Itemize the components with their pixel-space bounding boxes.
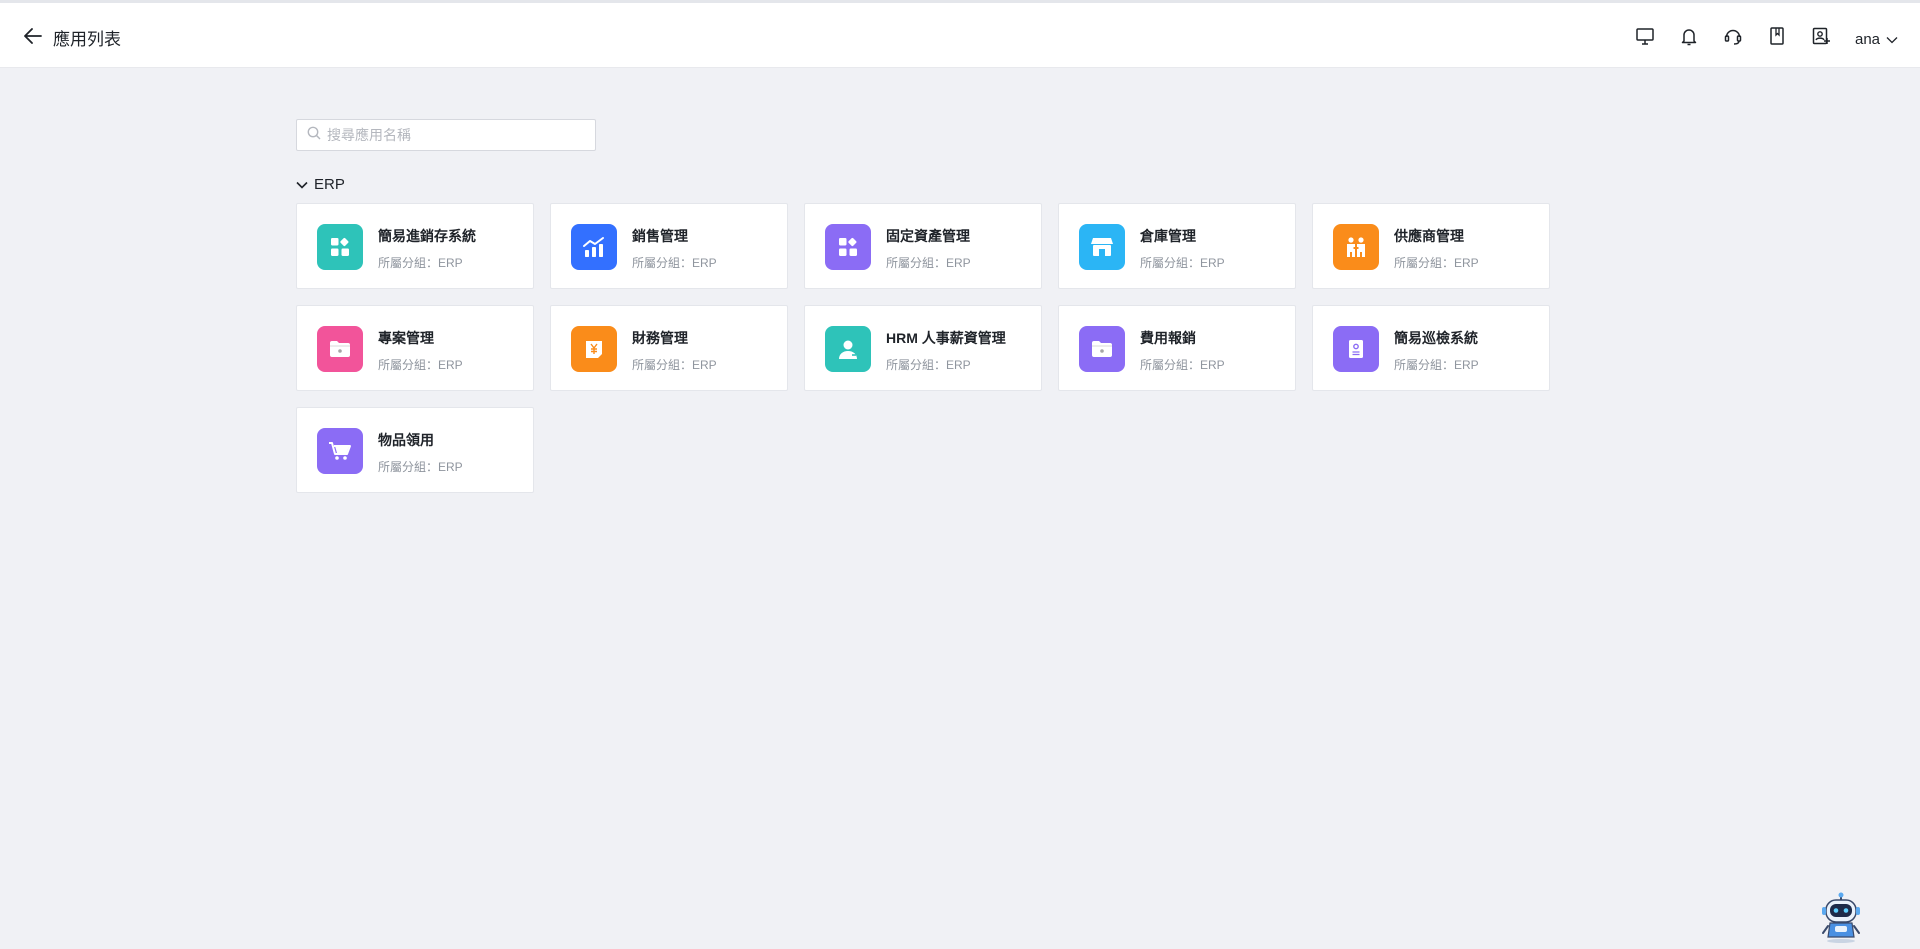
store-icon	[1079, 224, 1125, 270]
chevron-down-icon	[296, 176, 308, 193]
apps-grid-icon	[825, 224, 871, 270]
app-name: 倉庫管理	[1140, 228, 1196, 244]
app-card[interactable]: 固定資產管理 所屬分組：ERP	[804, 203, 1042, 289]
app-group-label: 所屬分組：ERP	[632, 256, 717, 270]
bell-icon[interactable]	[1677, 24, 1701, 48]
user-name: ana	[1855, 30, 1881, 48]
top-header: 應用列表 ana	[0, 0, 1920, 68]
app-card[interactable]: 費用報銷所屬分組：ERP	[1058, 305, 1296, 391]
search-input[interactable]	[327, 127, 587, 143]
app-group-label: 所屬分組：ERP	[1394, 256, 1479, 270]
group-toggle-erp[interactable]: ERP	[296, 174, 345, 194]
chart-trend-icon	[571, 224, 617, 270]
search-icon	[307, 126, 321, 145]
app-name: 銷售管理	[632, 228, 688, 244]
cart-icon	[317, 428, 363, 474]
page-title: 應用列表	[53, 30, 121, 49]
back-arrow-icon[interactable]	[20, 23, 46, 49]
app-name: 簡易巡檢系統	[1394, 330, 1478, 346]
apps-grid-icon	[317, 224, 363, 270]
assistant-robot-icon[interactable]	[1818, 892, 1864, 944]
app-group-label: 所屬分組：ERP	[632, 358, 717, 372]
app-group-label: 所屬分組：ERP	[886, 358, 971, 372]
chevron-down-icon	[1886, 31, 1898, 48]
app-name: 財務管理	[632, 330, 688, 346]
app-name: 簡易進銷存系統	[378, 228, 476, 244]
app-name: 物品領用	[378, 432, 434, 448]
app-group-label: 所屬分組：ERP	[1394, 358, 1479, 372]
yen-document-icon	[571, 326, 617, 372]
app-group-label: 所屬分組：ERP	[1140, 256, 1225, 270]
group-name: ERP	[314, 175, 345, 193]
monitor-icon[interactable]	[1633, 24, 1657, 48]
search-box	[296, 119, 596, 151]
app-group-label: 所屬分組：ERP	[378, 460, 463, 474]
app-card[interactable]: 簡易進銷存系統 所屬分組：ERP	[296, 203, 534, 289]
app-group-label: 所屬分組：ERP	[886, 256, 971, 270]
app-card[interactable]: 專案管理所屬分組：ERP	[296, 305, 534, 391]
folder-star-icon	[317, 326, 363, 372]
app-group-label: 所屬分組：ERP	[378, 358, 463, 372]
app-card[interactable]: 供應商管理所屬分組：ERP	[1312, 203, 1550, 289]
app-name: 專案管理	[378, 330, 434, 346]
app-card[interactable]: 倉庫管理所屬分組：ERP	[1058, 203, 1296, 289]
headset-icon[interactable]	[1721, 24, 1745, 48]
app-card[interactable]: 物品領用所屬分組：ERP	[296, 407, 534, 493]
app-name: 供應商管理	[1394, 228, 1464, 244]
app-grid: 簡易進銷存系統 所屬分組：ERP 銷售管理 所屬分組：ERP 固定資產管理 所屬分組：ER…	[296, 203, 1550, 493]
handshake-icon	[1333, 224, 1379, 270]
app-card[interactable]: 銷售管理所屬分組：ERP	[550, 203, 788, 289]
app-name: HRM 人事薪資管理	[886, 330, 1006, 346]
app-name: 費用報銷	[1140, 330, 1196, 346]
user-menu[interactable]: ana	[1855, 27, 1898, 51]
badge-icon	[1333, 326, 1379, 372]
folder-star-icon	[1079, 326, 1125, 372]
user-add-icon[interactable]	[1809, 24, 1833, 48]
book-icon[interactable]	[1765, 24, 1789, 48]
app-card[interactable]: HRM 人事薪資管理 所屬分組：ERP	[804, 305, 1042, 391]
app-group-label: 所屬分組：ERP	[1140, 358, 1225, 372]
person-icon	[825, 326, 871, 372]
app-card[interactable]: 簡易巡檢系統 所屬分組：ERP	[1312, 305, 1550, 391]
app-card[interactable]: 財務管理所屬分組：ERP	[550, 305, 788, 391]
app-group-label: 所屬分組：ERP	[378, 256, 463, 270]
app-name: 固定資產管理	[886, 228, 970, 244]
